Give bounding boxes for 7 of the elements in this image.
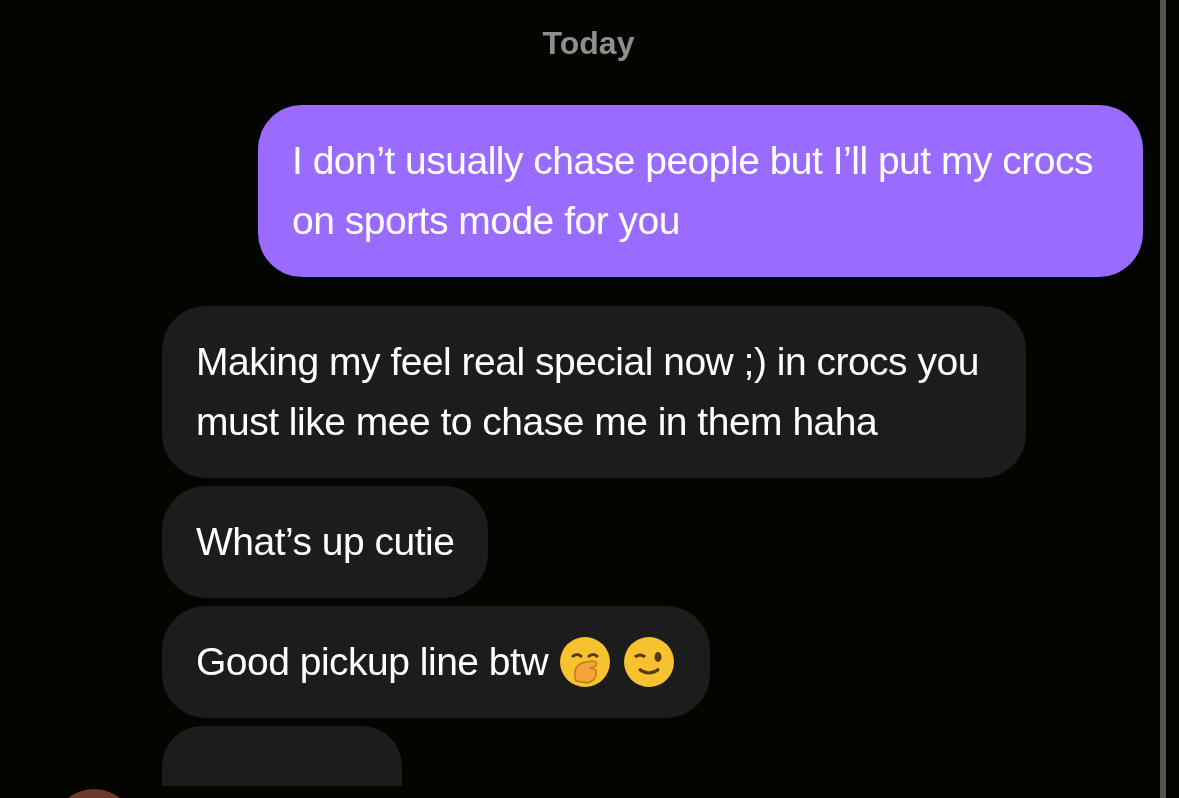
winking-face-icon — [622, 635, 677, 689]
date-divider: Today — [542, 24, 635, 62]
hand-over-mouth-face-icon — [558, 635, 613, 689]
received-message-bubble: What’s up cutie — [162, 486, 489, 598]
sent-message-bubble: I don’t usually chase people but I’ll put my crocs on sports mode for you — [258, 105, 1143, 277]
received-message-bubble: Making my feel real special now ;) in crocs you must like mee to chase me in them haha — [162, 306, 1026, 478]
message-text: Good pickup line btw — [196, 639, 549, 685]
